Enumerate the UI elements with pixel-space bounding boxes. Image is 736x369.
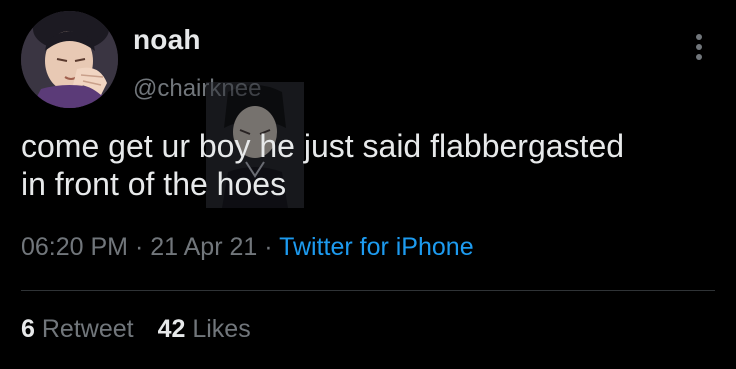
engagement-stats: 6 Retweet 42 Likes: [21, 315, 251, 344]
tweet-text-line-2: in front of the hoes: [21, 166, 287, 202]
more-vertical-icon[interactable]: [688, 30, 710, 64]
avatar[interactable]: [21, 11, 118, 108]
meta-separator: ·: [134, 233, 144, 261]
avatar-image: [21, 11, 118, 108]
tweet-text-line-1: come get ur boy he just said flabbergast…: [21, 128, 625, 164]
author-display-name[interactable]: noah: [133, 24, 201, 56]
tweet-text: come get ur boy he just said flabbergast…: [21, 127, 721, 203]
divider: [21, 290, 715, 291]
retweets-count: 6: [21, 315, 35, 343]
likes-label: Likes: [192, 315, 251, 343]
likes-stat[interactable]: 42 Likes: [158, 315, 251, 343]
retweets-stat[interactable]: 6 Retweet: [21, 315, 134, 343]
tweet-time[interactable]: 06:20 PM: [21, 233, 128, 261]
tweet-detail: noah @chairknee come get ur boy he just …: [0, 0, 736, 369]
meta-separator: ·: [264, 233, 273, 261]
tweet-source-link[interactable]: Twitter for iPhone: [279, 233, 474, 261]
tweet-metadata: 06:20 PM · 21 Apr 21 · Twitter for iPhon…: [21, 233, 474, 262]
retweets-label: Retweet: [41, 315, 134, 343]
tweet-date[interactable]: 21 Apr 21: [150, 233, 257, 261]
likes-count: 42: [157, 315, 186, 343]
